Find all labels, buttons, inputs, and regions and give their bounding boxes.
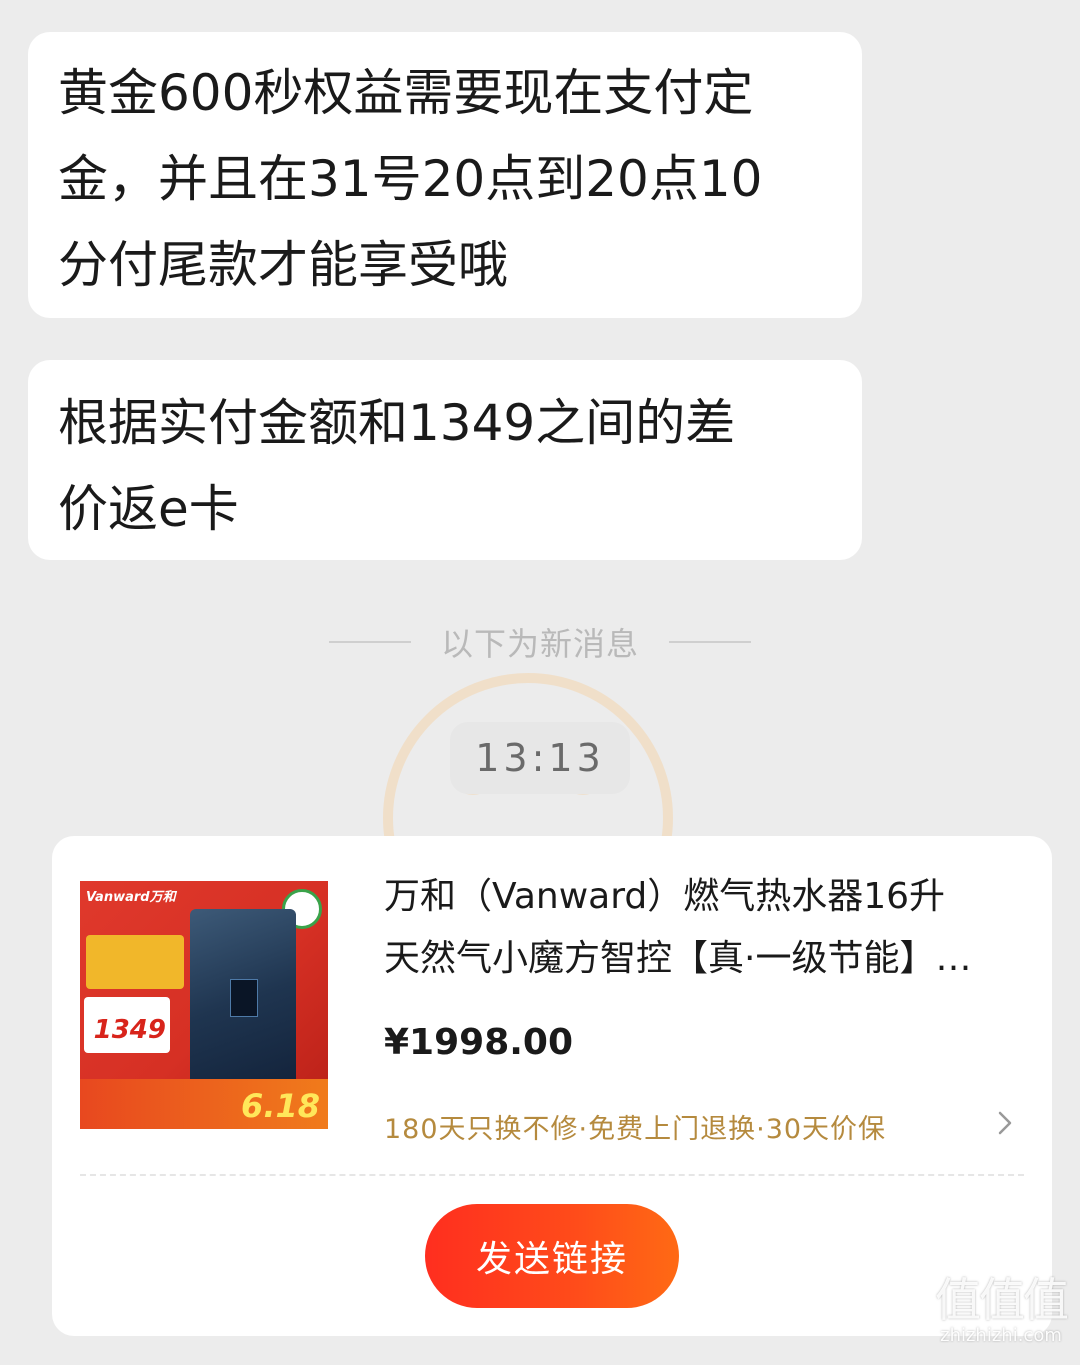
site-watermark: 值值值 zhizhizhi.com	[930, 1275, 1072, 1357]
product-title[interactable]: 万和（Vanward）燃气热水器16升 天然气小魔方智控【真·一级节能】…	[384, 866, 1024, 990]
send-link-button[interactable]: 发送链接	[425, 1204, 679, 1308]
heater-screen	[230, 979, 258, 1017]
service-guarantee[interactable]: 180天只换不修·免费上门退换·30天价保	[384, 1107, 886, 1146]
water-heater-image	[190, 909, 296, 1091]
product-thumbnail[interactable]: Vanward万和 1349 6.18	[80, 881, 328, 1129]
message-bubble[interactable]: 根据实付金额和1349之间的差 价返e卡	[28, 360, 862, 560]
thumbnail-618-badge: 6.18	[241, 1087, 320, 1125]
thumbnail-price-tag: 1349	[84, 997, 170, 1053]
new-messages-divider: 以下为新消息	[0, 612, 1080, 672]
divider-line	[328, 641, 411, 643]
divider-line	[669, 641, 751, 643]
product-price: ¥1998.00	[384, 1022, 574, 1063]
message-timestamp: 13:13	[450, 722, 630, 794]
watermark-site-name: 值值值	[935, 1273, 1069, 1327]
message-bubble[interactable]: 黄金600秒权益需要现在支付定 金，并且在31号20点到20点10 分付尾款才能…	[28, 32, 862, 318]
thumbnail-brand: Vanward万和	[86, 890, 176, 905]
product-title-line: 天然气小魔方智控【真·一级节能】…	[384, 938, 972, 979]
divider-text: 以下为新消息	[440, 625, 639, 663]
card-divider	[80, 1174, 1024, 1176]
watermark-domain: zhizhizhi.com	[940, 1325, 1062, 1346]
product-card[interactable]: Vanward万和 1349 6.18 万和（Vanward）燃气热水器16升 …	[52, 836, 1052, 1336]
product-title-line: 万和（Vanward）燃气热水器16升	[384, 876, 946, 917]
promo-tag	[86, 935, 184, 989]
chevron-right-icon[interactable]	[990, 1108, 1020, 1138]
